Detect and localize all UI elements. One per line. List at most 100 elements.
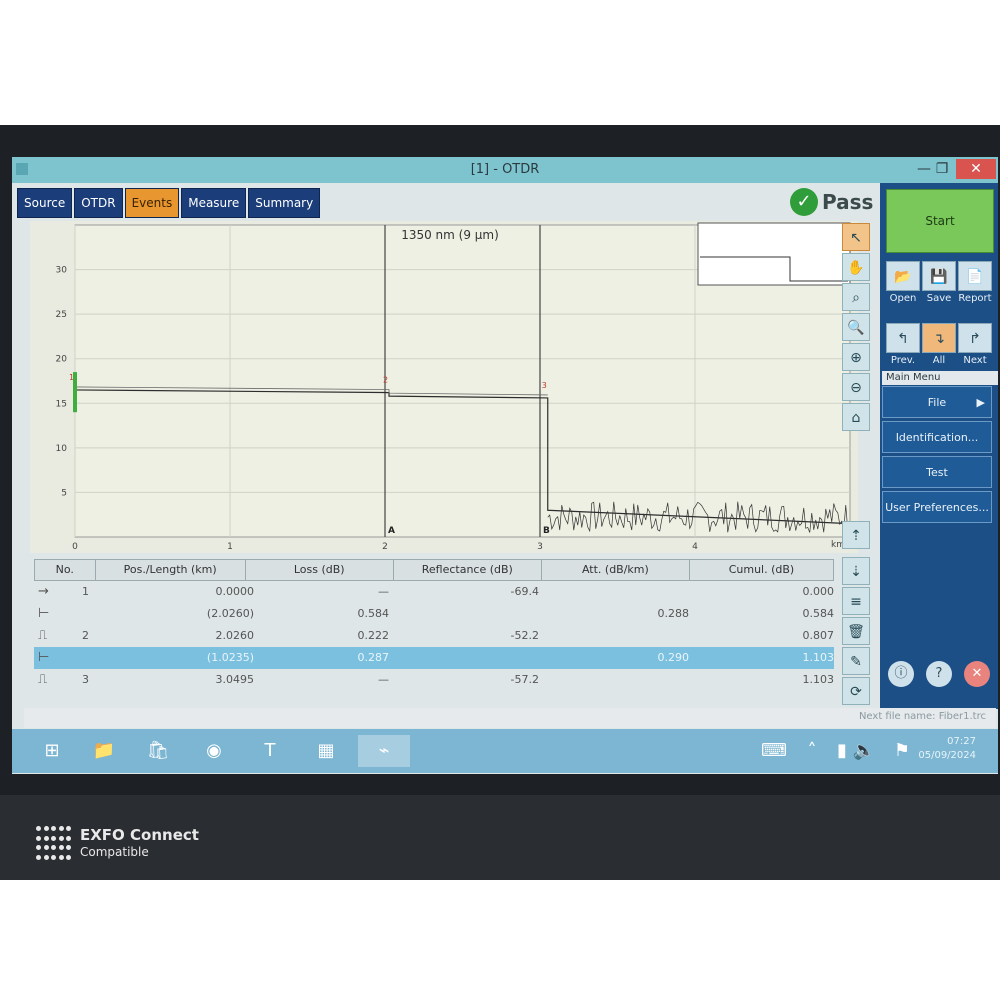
cell-att: 0.288 (657, 607, 690, 620)
help-icon[interactable]: ? (926, 661, 952, 687)
y-tick-label: 20 (56, 355, 68, 365)
all-label: All (932, 355, 946, 366)
check-icon: ✓ (790, 188, 818, 216)
menu-file-label: File (927, 396, 947, 409)
all-events-icon[interactable]: ↴ (922, 323, 956, 353)
cell-no: 2 (82, 629, 89, 642)
cell-pos: 0.0000 (215, 585, 255, 598)
next-file-name: Next file name: Fiber1.trc (858, 711, 986, 722)
table-row[interactable]: → 1 0.0000 — -69.4 0.000 (34, 581, 834, 603)
open-icon[interactable]: 📂 (886, 261, 920, 291)
clock[interactable]: 07:27 05/09/2024 (918, 735, 976, 763)
table-row[interactable]: ⎍ 3 3.0495 — -57.2 1.103 (34, 669, 834, 691)
menu-test-configuration[interactable]: Test Configuration... (882, 456, 992, 511)
brand-line2: Compatible (80, 845, 149, 859)
otdr-trace-svg: 0 1 2 3 4 km51015202530A B 1 23 1350 nm (9 µm) (56, 222, 851, 552)
exfo-dots-icon (36, 826, 72, 862)
x-tick-label: 3 (537, 542, 543, 552)
menu-identification[interactable]: Identification... (882, 421, 992, 453)
info-icon[interactable]: ⓘ (888, 661, 914, 687)
tab-events[interactable]: Events (124, 188, 180, 218)
tab-otdr[interactable]: OTDR (74, 188, 123, 218)
pan-hand-icon[interactable]: ✋ (842, 253, 870, 281)
x-tick-label: 0 (72, 542, 78, 552)
prev-label: Prev. (890, 355, 916, 366)
flag-icon[interactable]: ⚑ (884, 735, 920, 767)
col-no: No. (35, 560, 96, 580)
cell-loss: 0.287 (357, 651, 390, 664)
move-down-icon[interactable]: ⇣ (842, 557, 870, 585)
pass-status: ✓ Pass (790, 188, 873, 216)
file-explorer-icon[interactable]: 📁 (86, 735, 122, 767)
otdr-app-icon[interactable]: ⌁ (358, 735, 410, 767)
y-tick-label: 5 (61, 488, 67, 498)
table-header: No. Pos./Length (km) Loss (dB) Reflectan… (34, 559, 834, 581)
next-event-icon[interactable]: ↱ (958, 323, 992, 353)
save-label: Save (926, 293, 952, 304)
next-label: Next (963, 355, 987, 366)
prev-event-icon[interactable]: ↰ (886, 323, 920, 353)
otdr-chart[interactable]: 0 1 2 3 4 km 5 10 15 20 25 30 A B 123 1350 nm (9 µm) (30, 221, 858, 553)
cell-pos: 2.0260 (215, 629, 255, 642)
cell-cumul: 0.807 (802, 629, 835, 642)
chevron-right-icon: ▶ (976, 396, 985, 409)
keyboard-icon[interactable]: ⌨ (756, 735, 792, 767)
refresh-icon[interactable]: ⟳ (842, 677, 870, 705)
launch-marker (73, 372, 77, 413)
event-list-icon[interactable]: ≡ (842, 587, 870, 615)
full-view-icon[interactable]: ⌂ (842, 403, 870, 431)
report-icon[interactable]: 📄 (958, 261, 992, 291)
exfo-app-icon[interactable]: ▦ (308, 735, 344, 767)
cell-refl: -57.2 (510, 673, 539, 686)
browser-icon[interactable]: ◉ (196, 735, 232, 767)
close-button[interactable]: ✕ (956, 159, 996, 179)
y-tick-label: 25 (56, 310, 67, 320)
span-icon: ⊢ (38, 606, 50, 621)
zoom-out-icon[interactable]: ⊖ (842, 373, 870, 401)
tab-summary[interactable]: Summary (248, 188, 321, 218)
marker-label: B (543, 526, 550, 536)
cell-refl: -69.4 (510, 585, 539, 598)
right-panel: Start 📂 💾 📄 Open Save Report ↰ ↴ ↱ Prev.… (880, 183, 998, 709)
launch-icon: → (38, 584, 49, 599)
exit-icon[interactable]: ✕ (964, 661, 990, 687)
start-button[interactable]: Start (886, 189, 994, 253)
y-tick-label: 30 (56, 266, 68, 276)
menu-user-preferences[interactable]: User Preferences... (882, 491, 992, 523)
event-flag: 2 (383, 376, 388, 385)
y-tick-label: 10 (56, 444, 68, 454)
table-row[interactable]: ⊢ (1.0235) 0.287 0.290 1.103 (34, 647, 834, 669)
pass-label: Pass (822, 190, 874, 214)
pointer-icon[interactable]: ↖ (842, 223, 870, 251)
menu-file[interactable]: File ▶ (882, 386, 992, 418)
tab-measure[interactable]: Measure (181, 188, 247, 218)
zoom-icon[interactable]: 🔍 (842, 313, 870, 341)
zoom-area-icon[interactable]: ⌕ (842, 283, 870, 311)
events-table: No. Pos./Length (km) Loss (dB) Reflectan… (34, 559, 834, 691)
cell-refl: -52.2 (510, 629, 539, 642)
maximize-button[interactable]: ❐ (928, 159, 956, 179)
volume-icon[interactable]: 🔈 (846, 735, 882, 767)
overview-box[interactable] (697, 222, 851, 286)
table-row[interactable]: ⎍ 2 2.0260 0.222 -52.2 0.807 (34, 625, 834, 647)
windows-start-icon[interactable]: ⊞ (34, 735, 70, 767)
store-icon[interactable]: 🛍 (140, 735, 176, 767)
cell-att: 0.290 (657, 651, 690, 664)
cell-loss: — (378, 585, 389, 598)
tab-source[interactable]: Source (17, 188, 73, 218)
cell-no: 1 (82, 585, 89, 598)
x-tick-label: 1 (227, 542, 233, 552)
delete-icon[interactable]: 🗑 (842, 617, 870, 645)
cell-pos: (1.0235) (206, 651, 254, 664)
scroll-up-icon[interactable]: ⇡ (842, 521, 870, 549)
wavelength-label: 1350 nm (9 µm) (401, 228, 499, 242)
edit-icon[interactable]: ✎ (842, 647, 870, 675)
save-icon[interactable]: 💾 (922, 261, 956, 291)
cell-cumul: 0.584 (802, 607, 835, 620)
table-row[interactable]: ⊢ (2.0260) 0.584 0.288 0.584 (34, 603, 834, 625)
cell-no: 3 (82, 673, 89, 686)
exfo-logo: EXFO Connect Compatible (36, 826, 199, 862)
zoom-in-icon[interactable]: ⊕ (842, 343, 870, 371)
cell-cumul: 1.103 (802, 651, 835, 664)
text-tool-icon[interactable]: T (252, 735, 288, 767)
